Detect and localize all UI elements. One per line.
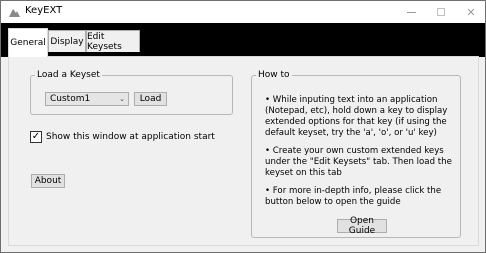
close-icon: ✕ bbox=[466, 5, 476, 19]
general-tab-panel: Load a Keyset Custom1 ⌄ Load ✓ Show this… bbox=[8, 56, 479, 246]
app-icon bbox=[9, 9, 20, 17]
show-at-start-option[interactable]: ✓ Show this window at application start bbox=[30, 130, 215, 144]
how-to-paragraph: • Create your own custom extended keys u… bbox=[265, 146, 452, 178]
load-keyset-group: Load a Keyset Custom1 ⌄ Load bbox=[30, 69, 233, 115]
tab-display[interactable]: Display bbox=[48, 30, 86, 52]
keyset-select[interactable]: Custom1 ⌄ bbox=[45, 92, 129, 106]
show-at-start-checkbox[interactable]: ✓ bbox=[30, 131, 42, 143]
load-keyset-legend: Load a Keyset bbox=[35, 69, 102, 81]
minimize-button[interactable] bbox=[396, 1, 426, 23]
show-at-start-label: Show this window at application start bbox=[46, 132, 215, 142]
window-title: KeyEXT bbox=[25, 5, 63, 16]
how-to-instructions: • While inputing text into an applicatio… bbox=[265, 95, 455, 215]
app-window: KeyEXT ✕ General Display Edit Keysets Lo… bbox=[0, 0, 486, 253]
tab-general[interactable]: General bbox=[8, 28, 48, 57]
checkmark-icon: ✓ bbox=[31, 131, 41, 142]
how-to-paragraph: • For more in-depth info, please click t… bbox=[265, 186, 442, 207]
tab-edit-keysets[interactable]: Edit Keysets bbox=[86, 30, 140, 52]
how-to-legend: How to bbox=[256, 69, 292, 81]
minimize-icon bbox=[406, 11, 416, 13]
open-guide-button[interactable]: Open Guide bbox=[337, 216, 387, 236]
keyset-select-value: Custom1 bbox=[50, 94, 91, 104]
how-to-group: How to • While inputing text into an app… bbox=[251, 69, 461, 238]
tab-strip: General Display Edit Keysets bbox=[1, 23, 485, 57]
maximize-button[interactable] bbox=[426, 1, 456, 23]
how-to-paragraph: • While inputing text into an applicatio… bbox=[265, 95, 448, 138]
close-button[interactable]: ✕ bbox=[456, 1, 486, 23]
about-button[interactable]: About bbox=[31, 174, 65, 188]
load-button[interactable]: Load bbox=[134, 92, 167, 106]
title-bar[interactable]: KeyEXT ✕ bbox=[1, 1, 485, 23]
maximize-icon bbox=[437, 8, 445, 16]
chevron-down-icon: ⌄ bbox=[119, 95, 125, 103]
